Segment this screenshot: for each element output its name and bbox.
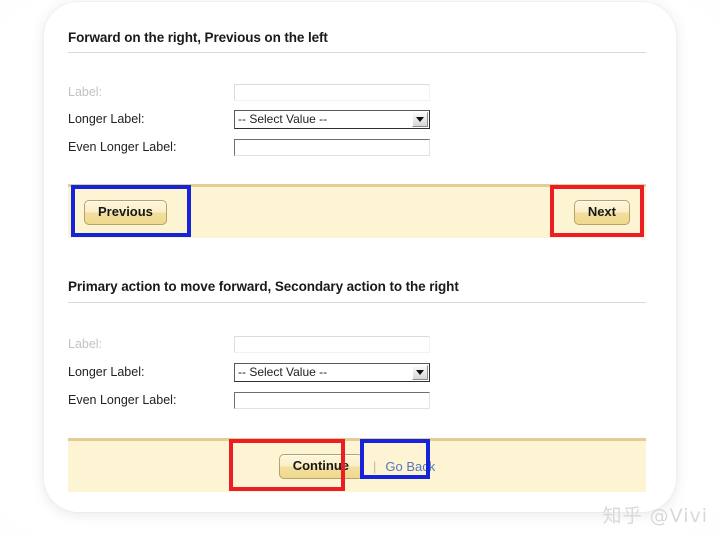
field-label-longer-label-2: Longer Label: — [68, 365, 145, 379]
text-input-label-2[interactable] — [234, 335, 430, 353]
content-card: Forward on the right, Previous on the le… — [44, 2, 676, 512]
form-row-even-longer-label-1: Even Longer Label: — [68, 135, 430, 159]
watermark: 知乎 @Vivi — [602, 505, 708, 527]
form-row-even-longer-label-2: Even Longer Label: — [68, 388, 430, 412]
go-back-link[interactable]: Go Back — [385, 459, 435, 474]
section-1-divider — [68, 52, 646, 53]
select-value-longer-label-2: -- Select Value -- — [238, 365, 328, 379]
field-label-even-longer-label-1: Even Longer Label: — [68, 140, 177, 154]
action-bar-2: Continue | Go Back — [68, 438, 646, 492]
section-2-heading: Primary action to move forward, Secondar… — [68, 279, 459, 294]
action-separator: | — [373, 459, 377, 474]
field-label-longer-label-1: Longer Label: — [68, 112, 145, 126]
select-value-longer-label-1: -- Select Value -- — [238, 112, 328, 126]
chevron-down-icon[interactable] — [412, 364, 428, 380]
action-bar-1: Previous Next — [68, 184, 646, 238]
section-2-divider — [68, 302, 646, 303]
field-label-label-1: Label: — [68, 85, 103, 99]
next-button[interactable]: Next — [573, 199, 630, 226]
field-label-label-2: Label: — [68, 337, 103, 351]
text-input-even-longer-label-2[interactable] — [234, 391, 430, 409]
text-input-label-1[interactable] — [234, 83, 430, 101]
section-1-heading: Forward on the right, Previous on the le… — [68, 30, 328, 45]
chevron-down-icon[interactable] — [412, 111, 428, 127]
text-input-even-longer-label-1[interactable] — [234, 138, 430, 156]
previous-button[interactable]: Previous — [84, 199, 167, 226]
select-longer-label-2[interactable]: -- Select Value -- — [234, 362, 430, 382]
form-row-label-2: Label: — [68, 332, 430, 356]
field-label-even-longer-label-2: Even Longer Label: — [68, 393, 177, 407]
form-row-label-1: Label: — [68, 80, 430, 104]
form-row-longer-label-1: Longer Label: -- Select Value -- — [68, 107, 430, 131]
continue-button[interactable]: Continue — [278, 453, 364, 480]
select-longer-label-1[interactable]: -- Select Value -- — [234, 109, 430, 129]
form-row-longer-label-2: Longer Label: -- Select Value -- — [68, 360, 430, 384]
